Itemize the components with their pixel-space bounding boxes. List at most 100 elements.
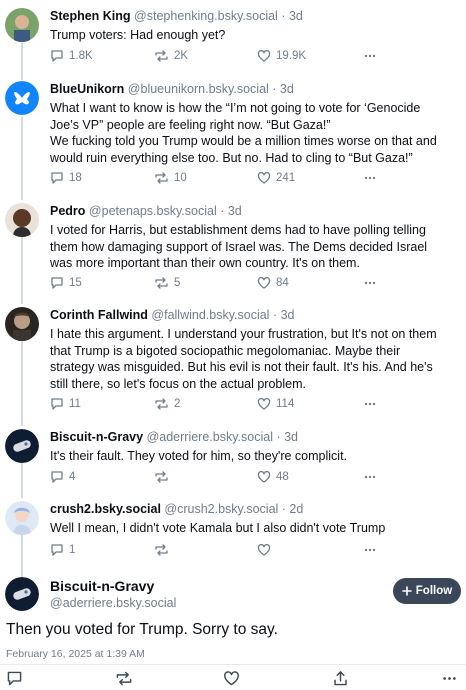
repost-button[interactable] (115, 670, 133, 690)
main-post-text: Then you voted for Trump. Sorry to say. (6, 621, 278, 638)
like-button[interactable]: 84 (257, 276, 289, 290)
reply-button[interactable]: 4 (50, 470, 75, 484)
repost-button[interactable]: 2K (154, 49, 188, 63)
reply-button[interactable]: 11 (50, 397, 81, 411)
divider (0, 664, 466, 665)
post-actions: 15 5 84 (50, 276, 380, 292)
avatar[interactable] (5, 8, 39, 42)
ellipsis-icon (364, 176, 376, 180)
post-actions: 4 48 (50, 470, 380, 486)
speech-bubble-icon (51, 544, 63, 556)
post-header: Corinth Fallwind @fallwind.bsky.social ·… (50, 307, 295, 323)
ellipsis-icon (364, 281, 376, 285)
thread-line (21, 463, 23, 498)
reply-button[interactable] (6, 670, 23, 690)
plus-icon (401, 586, 412, 596)
like-button[interactable]: 241 (257, 171, 295, 185)
author-name[interactable]: BlueUnikorn (50, 82, 124, 96)
more-options-button[interactable] (363, 171, 377, 185)
share-button[interactable] (332, 670, 349, 690)
follow-label: Follow (415, 585, 453, 597)
repost-arrows-icon (155, 172, 168, 184)
reply-button[interactable]: 15 (50, 276, 82, 290)
repost-button[interactable] (154, 470, 174, 484)
more-options-button[interactable] (363, 397, 377, 411)
like-button[interactable] (257, 543, 276, 557)
author-handle[interactable]: @aderriere.bsky.social (147, 430, 273, 444)
reply-button[interactable]: 18 (50, 171, 82, 185)
post-text-line: would ruin everything else too. But no. … (50, 150, 413, 165)
reply-button[interactable]: 1 (50, 543, 75, 557)
post-text-line: was more important than their own countr… (50, 256, 360, 270)
avatar[interactable] (5, 429, 39, 463)
like-count: 19.9K (276, 50, 307, 62)
thread-line (21, 341, 23, 426)
author-handle[interactable]: @crush2.bsky.social (164, 502, 278, 516)
repost-arrows-icon (155, 471, 168, 483)
heart-icon (257, 543, 271, 556)
repost-count: 10 (174, 172, 187, 184)
post-date[interactable]: February 16, 2025 at 1:39 AM (6, 648, 145, 660)
more-options-button[interactable] (363, 276, 377, 290)
author-name[interactable]: Stephen King (50, 9, 131, 23)
more-options-button[interactable] (441, 670, 458, 690)
post-actions: 11 2 114 (50, 397, 380, 413)
post-text-line: It's their fault. They voted for him, so… (50, 449, 348, 463)
post-text-line: them how damaging support of Israel was.… (50, 239, 428, 254)
repost-arrows-icon (155, 50, 168, 62)
repost-button[interactable]: 2 (154, 397, 180, 411)
speech-bubble-icon (51, 398, 63, 410)
post-time: · 3d (272, 308, 295, 322)
post-time: · 2d (281, 502, 304, 516)
share-icon (334, 671, 347, 686)
author-name[interactable]: Biscuit-n-Gravy (50, 578, 154, 594)
author-handle[interactable]: @fallwind.bsky.social (151, 308, 269, 322)
author-name[interactable]: Biscuit-n-Gravy (50, 430, 143, 444)
author-handle[interactable]: @blueunikorn.bsky.social (128, 82, 269, 96)
speech-bubble-icon (51, 471, 63, 483)
post-text: It's their fault. They voted for him, so… (50, 448, 455, 465)
avatar[interactable] (5, 501, 39, 535)
post-time: · 3d (220, 204, 242, 218)
avatar[interactable] (5, 203, 39, 237)
heart-icon (257, 397, 271, 410)
ellipsis-icon (364, 402, 376, 406)
repost-button[interactable]: 5 (154, 276, 180, 290)
like-button[interactable]: 48 (257, 470, 289, 484)
post-text-line: We fucking told you Trump would be a mil… (50, 134, 437, 148)
author-handle[interactable]: @stephenking.bsky.social (134, 9, 278, 23)
author-handle[interactable]: @petenaps.bsky.social (89, 204, 217, 218)
repost-button[interactable] (154, 543, 174, 557)
more-options-button[interactable] (363, 470, 377, 484)
repost-button[interactable]: 10 (154, 171, 187, 185)
speech-bubble-icon (51, 172, 63, 184)
avatar[interactable] (5, 81, 39, 115)
like-button[interactable] (223, 670, 240, 690)
author-handle[interactable]: @aderriere.bsky.social (50, 596, 176, 610)
avatar[interactable] (5, 307, 39, 341)
post-text: I voted for Harris, but establishment de… (50, 222, 455, 272)
post-text-line: Trump voters: Had enough yet? (50, 28, 226, 42)
main-post-actions (0, 670, 466, 688)
more-options-button[interactable] (363, 49, 377, 63)
reply-button[interactable]: 1.8K (50, 49, 93, 63)
post-text-line: that Trump is a bigoted sociopathic mego… (50, 343, 401, 358)
avatar[interactable] (5, 577, 39, 611)
post-text-line: I voted for Harris, but establishment de… (50, 223, 426, 237)
like-button[interactable]: 114 (257, 397, 294, 411)
reply-count: 4 (69, 471, 76, 483)
like-count: 84 (276, 277, 289, 289)
author-name[interactable]: crush2.bsky.social (50, 502, 161, 516)
author-name[interactable]: Corinth Fallwind (50, 308, 148, 322)
post-header: Stephen King @stephenking.bsky.social · … (50, 8, 303, 24)
follow-button[interactable]: Follow (393, 578, 461, 604)
repost-count: 2 (174, 398, 181, 410)
post-header: crush2.bsky.social @crush2.bsky.social ·… (50, 501, 303, 517)
post-actions: 1 (50, 543, 380, 559)
post-actions: 18 10 241 (50, 171, 380, 187)
author-name[interactable]: Pedro (50, 204, 85, 218)
more-options-button[interactable] (363, 543, 377, 557)
ellipsis-icon (443, 677, 456, 680)
post-text: Well I mean, I didn't vote Kamala but I … (50, 520, 455, 537)
like-button[interactable]: 19.9K (257, 49, 306, 63)
